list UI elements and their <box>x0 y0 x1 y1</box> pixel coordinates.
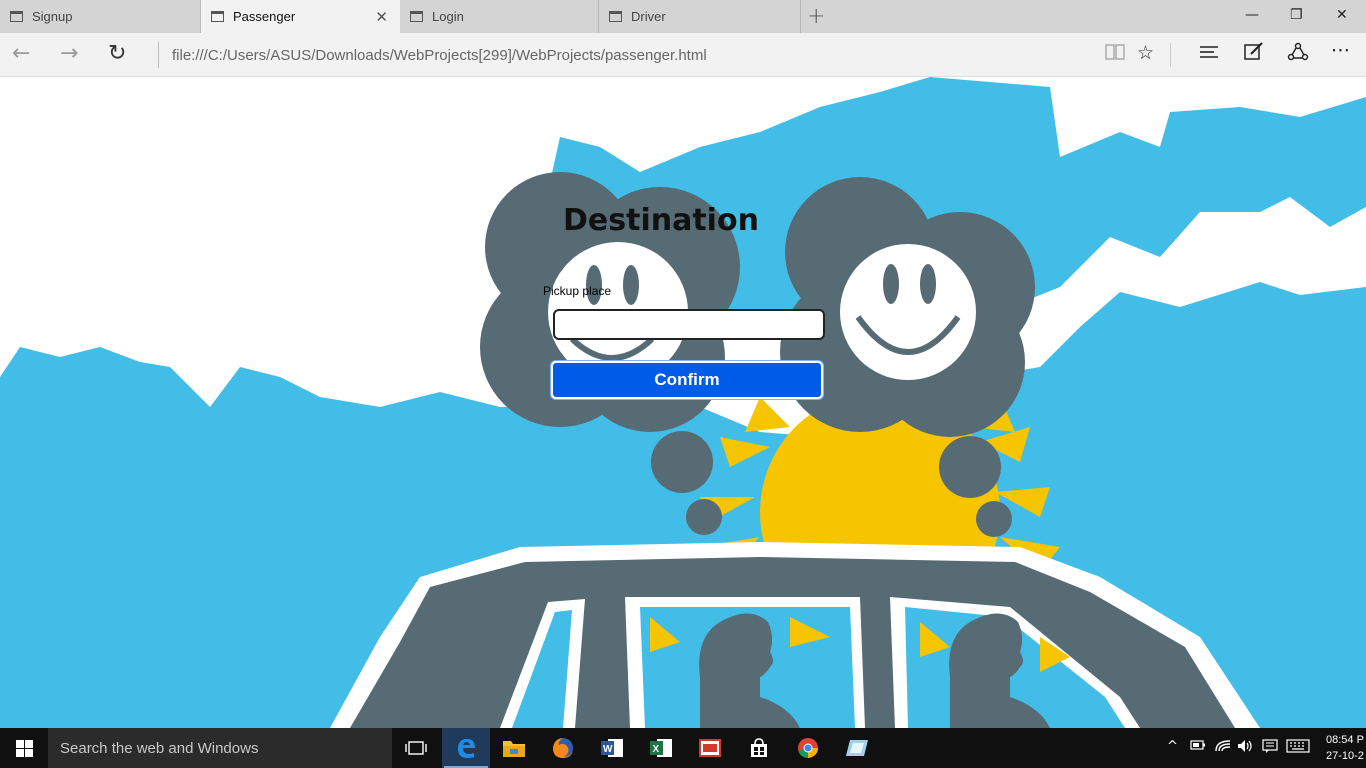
new-tab-button[interactable]: + <box>807 4 825 29</box>
tab-login[interactable]: Login <box>400 0 599 33</box>
app-icon[interactable] <box>833 728 881 768</box>
battery-icon[interactable] <box>1190 739 1206 755</box>
clock-time: 08:54 P <box>1326 734 1364 746</box>
task-view-icon[interactable] <box>392 728 440 768</box>
system-clock[interactable]: 08:54 P 27-10-2 <box>1326 732 1364 764</box>
minimize-button[interactable]: — <box>1245 7 1259 23</box>
pickup-place-input[interactable] <box>553 309 825 340</box>
smiley-face-right <box>840 244 976 380</box>
tab-label: Passenger <box>233 9 296 24</box>
tab-driver[interactable]: Driver <box>599 0 801 33</box>
wifi-icon[interactable] <box>1215 739 1231 757</box>
pickup-place-label: Pickup place <box>543 284 612 298</box>
share-icon[interactable] <box>1287 42 1309 67</box>
close-window-button[interactable]: ✕ <box>1336 7 1348 23</box>
page-title: Destination <box>563 203 759 238</box>
keyboard-icon[interactable] <box>1286 739 1310 757</box>
taskbar-search-box[interactable]: Search the web and Windows <box>48 728 392 768</box>
page-icon <box>10 11 23 22</box>
chrome-icon[interactable] <box>784 728 832 768</box>
tab-label: Driver <box>631 9 666 24</box>
toolbar-separator <box>1170 43 1171 67</box>
web-note-icon[interactable] <box>1243 42 1265 67</box>
page-icon <box>609 11 622 22</box>
reading-view-icon[interactable] <box>1104 42 1126 67</box>
clock-date: 27-10-2 <box>1326 750 1364 762</box>
action-center-icon[interactable] <box>1262 739 1278 757</box>
edge-icon[interactable] <box>442 728 490 768</box>
forward-button[interactable]: → <box>60 41 78 66</box>
page-content: Destination Pickup place Confirm <box>0 77 1366 728</box>
start-button[interactable] <box>0 728 48 768</box>
restore-button[interactable]: ❐ <box>1290 7 1303 23</box>
address-separator <box>158 42 159 68</box>
tab-label: Signup <box>32 9 73 24</box>
excel-icon[interactable]: X <box>637 728 685 768</box>
word-icon[interactable]: W <box>588 728 636 768</box>
tab-signup[interactable]: Signup <box>0 0 201 33</box>
address-bar[interactable]: file:///C:/Users/ASUS/Downloads/WebProje… <box>172 47 707 64</box>
favorites-star-icon[interactable]: ☆ <box>1137 42 1154 64</box>
taskbar: Search the web and Windows W X ^ 08:54 P… <box>0 728 1366 768</box>
acrobat-icon[interactable] <box>686 728 734 768</box>
volume-icon[interactable] <box>1237 739 1253 757</box>
tab-strip: Signup Passenger ✕ Login Driver + — ❐ ✕ <box>0 0 1366 33</box>
background-illustration <box>0 77 1366 728</box>
svg-text:W: W <box>603 744 613 755</box>
tab-label: Login <box>432 9 464 24</box>
tab-passenger[interactable]: Passenger ✕ <box>201 0 400 33</box>
page-icon <box>410 11 423 22</box>
firefox-icon[interactable] <box>539 728 587 768</box>
page-icon <box>211 11 224 22</box>
svg-text:X: X <box>653 744 660 755</box>
refresh-button[interactable]: ↻ <box>108 41 126 66</box>
file-explorer-icon[interactable] <box>490 728 538 768</box>
confirm-button[interactable]: Confirm <box>551 361 823 399</box>
more-icon[interactable]: ⋯ <box>1331 39 1350 61</box>
store-icon[interactable] <box>735 728 783 768</box>
show-hidden-icons[interactable]: ^ <box>1167 739 1178 754</box>
hub-icon[interactable] <box>1198 42 1220 67</box>
windows-logo-icon <box>16 740 24 748</box>
close-tab-icon[interactable]: ✕ <box>375 8 388 26</box>
back-button[interactable]: ← <box>12 41 30 66</box>
navigation-bar: ← → ↻ file:///C:/Users/ASUS/Downloads/We… <box>0 33 1366 77</box>
